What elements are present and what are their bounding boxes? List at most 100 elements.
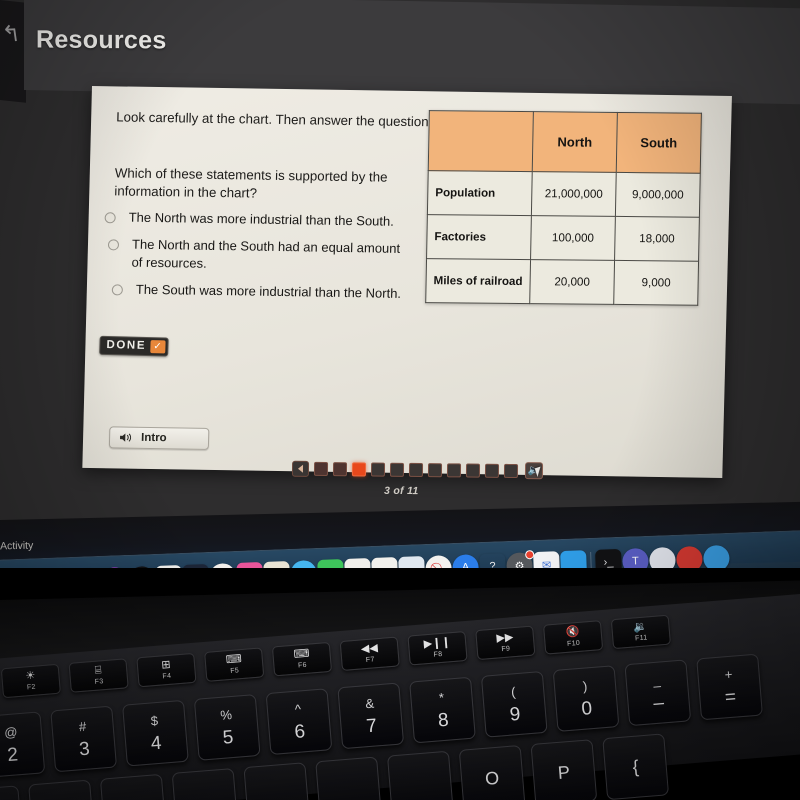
key-blank-1[interactable] bbox=[28, 779, 95, 800]
key-glyph: ◀◀ bbox=[360, 642, 379, 656]
key-f7[interactable]: ◀◀ F7 bbox=[339, 636, 400, 671]
key-3[interactable]: #3 bbox=[50, 705, 118, 773]
pager-dot-4[interactable] bbox=[370, 462, 386, 477]
slide-pager: 🔈 bbox=[291, 460, 544, 480]
intro-audio-label: Intro bbox=[140, 431, 167, 445]
keynote-icon[interactable] bbox=[398, 556, 426, 568]
chrome-icon[interactable] bbox=[675, 545, 703, 568]
key-5[interactable]: % 5 bbox=[193, 694, 261, 761]
key-shift-symbol: & bbox=[364, 695, 375, 711]
xcode-icon[interactable] bbox=[182, 563, 210, 568]
key-shift-symbol: + bbox=[724, 666, 733, 682]
answer-option-2-label: The North and the South had an equal amo… bbox=[131, 236, 401, 271]
resources-chart: North South Population 21,000,000 9,000,… bbox=[425, 110, 702, 306]
pager-dot-1[interactable] bbox=[313, 461, 329, 476]
pager-next-button[interactable]: 🔈 bbox=[524, 462, 544, 480]
key-glyph: ☀ bbox=[25, 669, 36, 683]
pager-dot-3[interactable] bbox=[351, 461, 367, 476]
numbers-icon[interactable] bbox=[371, 557, 399, 568]
zoom-icon[interactable] bbox=[649, 546, 676, 568]
page-count-label: 3 of 11 bbox=[383, 484, 419, 498]
key-f2[interactable]: ☀ F2 bbox=[0, 663, 61, 699]
key-name: F8 bbox=[433, 650, 443, 659]
column-header-south: South bbox=[616, 112, 702, 174]
pager-dot-9[interactable] bbox=[465, 463, 481, 478]
slide-question: Which of these statements is supported b… bbox=[114, 165, 388, 201]
pager-dot-11[interactable] bbox=[503, 463, 519, 478]
key-6[interactable]: ^ 6 bbox=[265, 688, 333, 756]
pager-dot-2[interactable] bbox=[332, 461, 348, 476]
key-o[interactable]: O bbox=[458, 744, 526, 800]
key-shift-symbol: ) bbox=[582, 677, 588, 694]
messages-icon[interactable] bbox=[290, 560, 318, 568]
key-f6[interactable]: ⌨ F6 bbox=[271, 641, 333, 677]
answer-option-2[interactable]: The North and the South had an equal amo… bbox=[107, 236, 444, 276]
key-blank-5[interactable] bbox=[315, 756, 382, 800]
pager-back-button[interactable] bbox=[291, 460, 310, 477]
pager-dot-7[interactable] bbox=[427, 462, 443, 477]
pager-dot-10[interactable] bbox=[484, 463, 500, 478]
key-primary-symbol: 5 bbox=[221, 726, 235, 749]
intro-audio-button[interactable]: Intro bbox=[108, 426, 210, 450]
facetime-icon[interactable] bbox=[317, 559, 345, 568]
key-name: F3 bbox=[94, 678, 104, 686]
laptop-screen: ↰ Resources Look carefully at the chart.… bbox=[0, 0, 800, 568]
apple-tv-icon[interactable]: tv bbox=[128, 565, 156, 568]
app-store-icon[interactable]: A bbox=[452, 554, 480, 568]
help-icon[interactable]: ? bbox=[479, 553, 506, 568]
key-–[interactable]: _ – bbox=[624, 659, 692, 727]
data-table: North South Population 21,000,000 9,000,… bbox=[425, 110, 702, 306]
pager-dot-8[interactable] bbox=[446, 462, 462, 477]
key-blank-6[interactable] bbox=[386, 750, 454, 800]
key-f9[interactable]: ▶▶ F9 bbox=[475, 625, 536, 661]
key-blank-4[interactable] bbox=[243, 762, 311, 800]
radio-button-3[interactable] bbox=[111, 284, 123, 296]
key-{[interactable]: { bbox=[602, 733, 670, 800]
maps-icon[interactable] bbox=[263, 561, 291, 568]
radio-button-2[interactable] bbox=[107, 239, 120, 251]
key-=[interactable]: + = bbox=[696, 653, 763, 721]
key-f5[interactable]: ⌨ F5 bbox=[204, 647, 265, 682]
row-label-factories: Factories bbox=[426, 214, 532, 260]
restricted-icon[interactable]: ⃠ bbox=[425, 555, 453, 568]
key-primary-symbol: 6 bbox=[293, 720, 306, 743]
mail-icon[interactable]: ✉ bbox=[533, 551, 561, 568]
key-f10[interactable]: 🔇 F10 bbox=[542, 620, 604, 655]
key-blank-0[interactable] bbox=[0, 785, 24, 800]
terminal-icon[interactable]: ›_ bbox=[595, 548, 622, 568]
key-glyph: ⌨ bbox=[293, 647, 310, 661]
row-label-population: Population bbox=[427, 170, 533, 216]
table-row: Population 21,000,000 9,000,000 bbox=[427, 170, 701, 218]
key-7[interactable]: & 7 bbox=[337, 682, 405, 750]
page-title: Resources bbox=[36, 25, 167, 55]
table-row: Miles of railroad 20,000 9,000 bbox=[425, 258, 699, 306]
key-p[interactable]: P bbox=[530, 739, 598, 800]
key-9[interactable]: (9 bbox=[480, 670, 548, 738]
key-f3[interactable]: ⌸ F3 bbox=[68, 658, 129, 693]
pages-icon[interactable] bbox=[344, 558, 372, 568]
key-blank-2[interactable] bbox=[99, 773, 167, 800]
filter-icon[interactable] bbox=[560, 550, 588, 568]
answer-option-3[interactable]: The South was more industrial than the N… bbox=[111, 280, 443, 302]
pager-dot-6[interactable] bbox=[408, 462, 424, 477]
safari-icon[interactable] bbox=[702, 544, 730, 568]
key-4[interactable]: $4 bbox=[122, 699, 189, 767]
pager-dot-5[interactable] bbox=[389, 462, 405, 477]
done-button[interactable]: DONE ✓ bbox=[99, 335, 169, 357]
key-2[interactable]: @2 bbox=[0, 711, 46, 779]
key-f4[interactable]: ⊞ F4 bbox=[136, 652, 197, 688]
podcasts-icon[interactable]: ◉ bbox=[101, 566, 129, 568]
photo-booth-icon[interactable] bbox=[236, 562, 264, 568]
key-blank-3[interactable] bbox=[171, 768, 239, 800]
key-f11[interactable]: 🔉 F11 bbox=[610, 614, 671, 650]
teams-icon[interactable]: T bbox=[622, 547, 649, 568]
radio-button-1[interactable] bbox=[104, 212, 116, 224]
activity-menu-label[interactable]: Activity bbox=[0, 540, 33, 553]
reminders-icon[interactable] bbox=[155, 564, 183, 568]
key-shift-symbol: % bbox=[219, 706, 233, 723]
key-0[interactable]: ) 0 bbox=[552, 665, 620, 732]
key-f8[interactable]: ▶❙❙ F8 bbox=[407, 630, 468, 666]
key-8[interactable]: * 8 bbox=[409, 676, 476, 744]
photos-icon[interactable] bbox=[209, 562, 237, 568]
system-preferences-icon[interactable]: ⚙ bbox=[506, 550, 535, 568]
